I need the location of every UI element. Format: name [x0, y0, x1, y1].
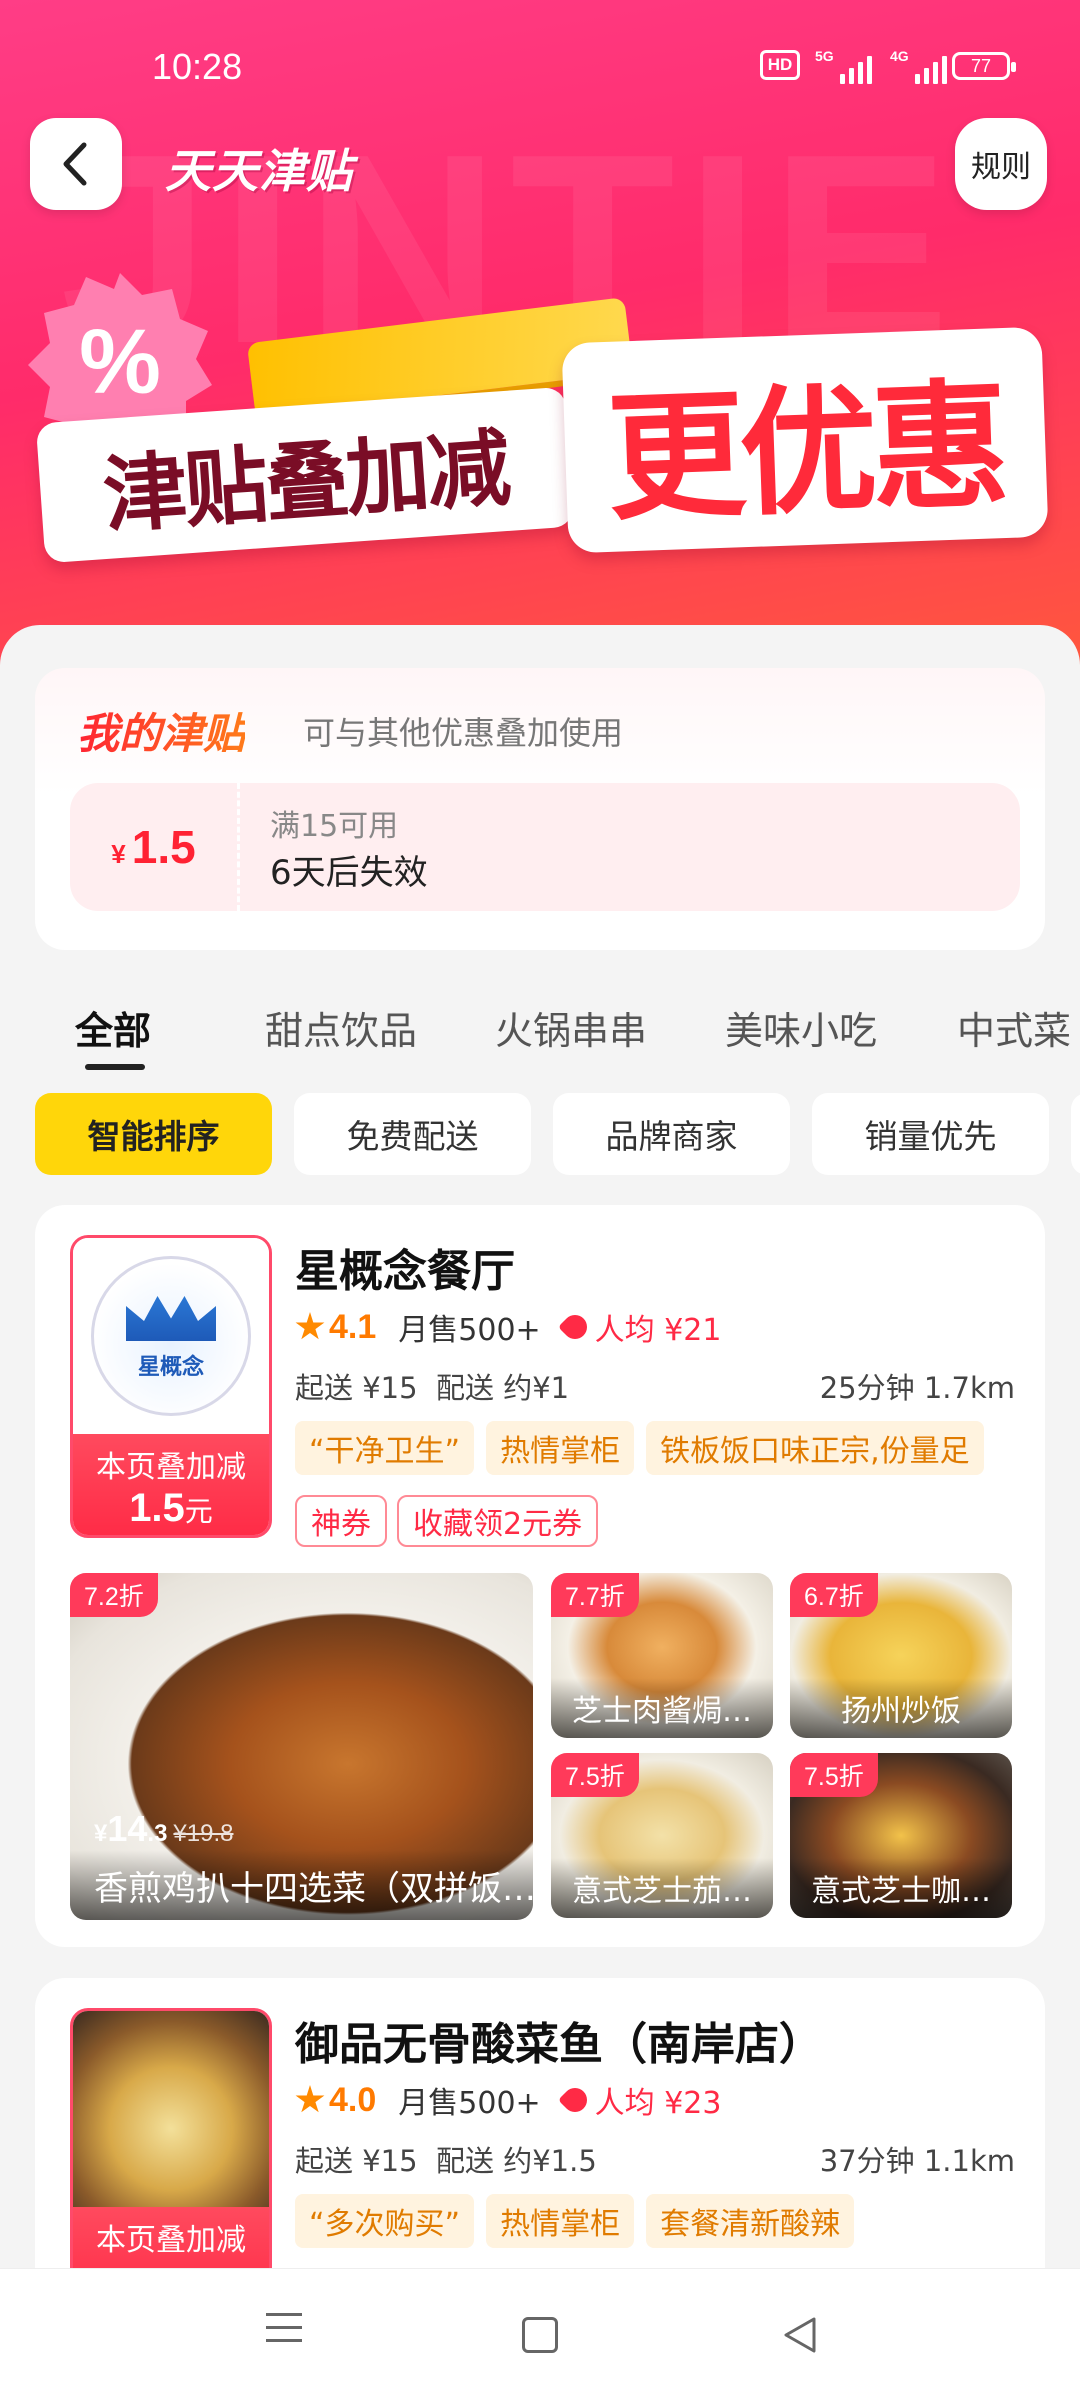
chip-more[interactable]	[1071, 1093, 1080, 1175]
shop-tag: 热情掌柜	[486, 1421, 635, 1475]
my-subsidy-card: 我的津贴 可与其他优惠叠加使用 ¥1.5 满15可用 6天后失效	[35, 668, 1045, 950]
shop-stats: 4.0 月售500+ 人均 ¥23	[295, 2078, 721, 2122]
dish-discount: 7.7折	[551, 1573, 639, 1617]
shop-tag: “干净卫生”	[295, 1421, 475, 1475]
min-order: 起送 ¥15	[295, 1371, 418, 1405]
time-distance: 37分钟 1.1km	[819, 2144, 1015, 2178]
shop-logo-image	[73, 2011, 269, 2207]
star-icon	[295, 2085, 325, 2113]
delivery-fee: 配送 约¥1.5	[436, 2144, 597, 2178]
dish-price: ¥14.3 ¥19.8	[94, 1808, 234, 1849]
price-tag-icon	[557, 1310, 592, 1344]
dish-discount: 7.5折	[551, 1753, 639, 1797]
delivery-info: 起送 ¥15 配送 约¥1 25分钟 1.7km	[295, 1365, 1015, 1407]
delivery-info: 起送 ¥15 配送 约¥1.5 37分钟 1.1km	[295, 2138, 1015, 2180]
chip-brand[interactable]: 品牌商家	[553, 1093, 790, 1175]
shop-coupons: 神券 收藏领2元券	[295, 1495, 599, 1547]
net-4g-label: 4G	[890, 48, 909, 64]
page-title: 天天津贴	[165, 144, 353, 198]
signal-4g-icon: 4G	[890, 48, 947, 84]
crown-icon	[126, 1296, 216, 1341]
shop-tag: 热情掌柜	[486, 2194, 635, 2248]
status-time: 10:28	[152, 46, 243, 87]
badge-symbol: %	[79, 311, 161, 413]
min-order: 起送 ¥15	[295, 2144, 418, 2178]
menu-icon[interactable]	[262, 2313, 306, 2357]
shop-name[interactable]: 御品无骨酸菜鱼（南岸店）	[295, 2008, 823, 2072]
system-nav-bar	[0, 2268, 1080, 2400]
my-subsidy-subtitle: 可与其他优惠叠加使用	[303, 714, 624, 752]
avg-price: 人均 ¥23	[594, 2086, 722, 2121]
shop-rating: 4.1	[329, 1307, 377, 1346]
monthly-sales: 月售500+	[398, 2086, 541, 2121]
rules-button[interactable]: 规则	[955, 118, 1047, 210]
stack-discount-badge: 本页叠加减 1.5元	[73, 1434, 269, 1535]
delivery-fee: 配送 约¥1	[436, 1371, 570, 1405]
monthly-sales: 月售500+	[398, 1313, 541, 1348]
banner-artwork: % 津贴叠加减 更优惠	[0, 255, 1080, 585]
net-5g-label: 5G	[815, 48, 834, 64]
shop-stats: 4.1 月售500+ 人均 ¥21	[295, 1305, 721, 1349]
back-button[interactable]	[30, 118, 122, 210]
chip-free-delivery[interactable]: 免费配送	[294, 1093, 531, 1175]
signal-5g-icon: 5G	[815, 48, 872, 84]
chevron-left-icon	[63, 142, 87, 186]
price-tag-icon	[557, 2083, 592, 2117]
tab-chinese[interactable]: 中式菜	[957, 1000, 1071, 1055]
battery-icon: 77	[952, 52, 1016, 80]
back-triangle-icon[interactable]	[778, 2313, 822, 2357]
dish-card[interactable]: 7.5折 意式芝士茄…	[551, 1753, 773, 1918]
tab-hotpot[interactable]: 火锅串串	[495, 1000, 647, 1055]
logo-text: 星概念	[137, 1355, 204, 1380]
shop-logo[interactable]: 本页叠加减	[70, 2008, 272, 2311]
dish-card[interactable]: 6.7折 扬州炒饭	[790, 1573, 1012, 1738]
coupon-condition: 满15可用	[270, 809, 399, 844]
shop-name[interactable]: 星概念餐厅	[295, 1235, 515, 1299]
dish-name: 意式芝士咖…	[790, 1858, 1012, 1918]
subsidy-coupon[interactable]: ¥1.5 满15可用 6天后失效	[70, 783, 1020, 911]
tab-snacks[interactable]: 美味小吃	[725, 1000, 877, 1055]
star-icon	[295, 1312, 325, 1340]
dish-name: 扬州炒饭	[790, 1678, 1012, 1738]
shop-tag: “多次购买”	[295, 2194, 475, 2248]
coupon-tag[interactable]: 收藏领2元券	[397, 1495, 599, 1547]
shop-logo[interactable]: 星概念 本页叠加减 1.5元	[70, 1235, 272, 1538]
chip-sales[interactable]: 销量优先	[812, 1093, 1049, 1175]
shop-tag: 套餐清新酸辣	[646, 2194, 855, 2248]
category-tabs: 全部 甜点饮品 火锅串串 美味小吃 中式菜	[0, 1000, 1080, 1070]
shop-rating: 4.0	[329, 2080, 377, 2119]
dish-name: 芝士肉酱焗…	[551, 1678, 773, 1738]
dish-name: 香煎鸡扒十四选菜（双拼饭…	[70, 1850, 533, 1920]
my-subsidy-title: 我的津贴	[77, 700, 245, 761]
shop-tags: “多次购买” 热情掌柜 套餐清新酸辣	[295, 2194, 855, 2248]
dish-discount: 7.2折	[70, 1573, 158, 1617]
tab-desserts-drinks[interactable]: 甜点饮品	[265, 1000, 417, 1055]
dish-discount: 6.7折	[790, 1573, 878, 1617]
status-bar: 10:28 HD 5G 4G 77	[0, 42, 1080, 92]
banner-slogan-2: 更优惠	[561, 326, 1049, 554]
dish-discount: 7.5折	[790, 1753, 878, 1797]
hd-icon: HD	[760, 50, 800, 80]
avg-price: 人均 ¥21	[594, 1313, 722, 1348]
dish-card[interactable]: 7.7折 芝士肉酱焗…	[551, 1573, 773, 1738]
shop-card[interactable]: 星概念 本页叠加减 1.5元 星概念餐厅 4.1 月售500+ 人均 ¥21 起…	[35, 1205, 1045, 1947]
dish-card[interactable]: 7.2折 ¥14.3 ¥19.8 香煎鸡扒十四选菜（双拼饭…	[70, 1573, 533, 1920]
dish-card[interactable]: 7.5折 意式芝士咖…	[790, 1753, 1012, 1918]
shop-tags: “干净卫生” 热情掌柜 铁板饭口味正宗,份量足	[295, 1421, 984, 1475]
home-square-icon[interactable]	[522, 2317, 558, 2353]
coupon-amount: ¥1.5	[70, 783, 240, 911]
coupon-tag[interactable]: 神券	[295, 1495, 387, 1547]
dish-name: 意式芝士茄…	[551, 1858, 773, 1918]
chip-smart-sort[interactable]: 智能排序	[35, 1093, 272, 1175]
active-tab-indicator	[85, 1064, 145, 1070]
coupon-expiry: 6天后失效	[270, 853, 428, 893]
shop-logo-image: 星概念	[91, 1256, 251, 1416]
tab-all[interactable]: 全部	[75, 1000, 151, 1055]
time-distance: 25分钟 1.7km	[819, 1371, 1015, 1405]
shop-tag: 铁板饭口味正宗,份量足	[646, 1421, 984, 1475]
